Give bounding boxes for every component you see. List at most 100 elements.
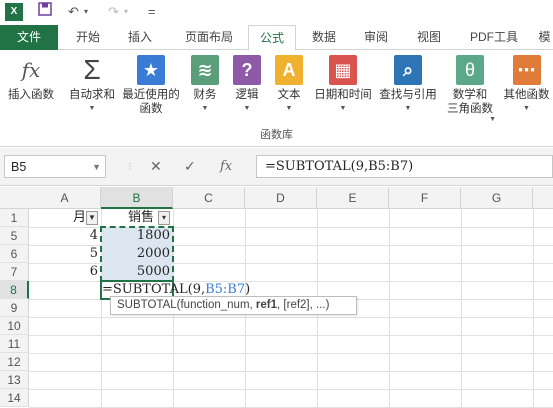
logical-label: 逻辑 bbox=[235, 89, 259, 101]
column-header-g[interactable]: G bbox=[461, 187, 533, 209]
financial-label: 财务 bbox=[193, 89, 217, 101]
marching-ants-border bbox=[100, 226, 174, 282]
autosum-button[interactable]: Σ 自动求和 ▼ bbox=[66, 55, 118, 116]
row-header[interactable]: 10 bbox=[0, 317, 29, 335]
insert-function-label: 插入函数 bbox=[8, 89, 54, 101]
name-box-value: B5 bbox=[11, 160, 27, 174]
date-time-label: 日期和时间 bbox=[314, 89, 372, 101]
tab-formulas[interactable]: 公式 bbox=[248, 25, 296, 51]
undo-icon[interactable]: ↶ bbox=[68, 2, 79, 22]
drag-handle-icon[interactable]: ⋮ bbox=[126, 155, 135, 178]
coins-icon: ≋ bbox=[191, 55, 219, 85]
chevron-down-icon[interactable]: ▼ bbox=[92, 158, 101, 176]
recently-used-button[interactable]: ★ 最近使用的 函数 bbox=[120, 55, 182, 116]
tab-pdf-tools[interactable]: PDF工具 bbox=[462, 25, 526, 50]
cell-a6[interactable]: 5 bbox=[29, 245, 101, 263]
fx-icon: fx bbox=[21, 58, 41, 82]
row-header[interactable]: 9 bbox=[0, 299, 29, 317]
logical-button[interactable]: ? 逻辑 ▼ bbox=[230, 55, 264, 116]
formula-input[interactable]: =SUBTOTAL(9,B5:B7) bbox=[256, 155, 553, 178]
row-header[interactable]: 13 bbox=[0, 371, 29, 389]
customize-qat-icon[interactable]: = bbox=[148, 2, 156, 22]
undo-dropdown-icon[interactable]: ▾ bbox=[84, 2, 88, 22]
date-time-button[interactable]: ▦ 日期和时间 ▼ bbox=[310, 55, 376, 116]
row-header[interactable]: 5 bbox=[0, 227, 29, 245]
tab-review[interactable]: 审阅 bbox=[352, 25, 400, 50]
name-box[interactable]: B5 ▼ bbox=[4, 155, 106, 178]
ribbon-tabs: 文件 开始 插入 页面布局 公式 数据 审阅 视图 PDF工具 模 bbox=[0, 25, 553, 51]
dropdown-arrow-icon: ▼ bbox=[285, 105, 293, 112]
magnifier-book-icon: ⌕ bbox=[394, 55, 422, 85]
row-header[interactable]: 7 bbox=[0, 263, 29, 281]
lookup-reference-label: 查找与引用 bbox=[379, 89, 437, 101]
theta-book-icon: θ bbox=[456, 55, 484, 85]
financial-button[interactable]: ≋ 财务 ▼ bbox=[188, 55, 222, 116]
dropdown-arrow-icon: ▼ bbox=[523, 105, 530, 112]
question-book-icon: ? bbox=[233, 55, 261, 85]
enter-icon[interactable]: ✓ bbox=[184, 155, 196, 178]
row-header[interactable]: 14 bbox=[0, 389, 29, 407]
cell-b1[interactable]: 销售 bbox=[101, 209, 157, 227]
column-header-e[interactable]: E bbox=[317, 187, 389, 209]
dropdown-arrow-icon: ▼ bbox=[404, 105, 412, 112]
tab-home[interactable]: 开始 bbox=[64, 25, 112, 50]
cell-a1[interactable]: 月 bbox=[29, 209, 89, 227]
tab-insert[interactable]: 插入 bbox=[116, 25, 164, 50]
insert-function-button[interactable]: fx 插入函数 bbox=[4, 55, 58, 102]
row-header[interactable]: 11 bbox=[0, 335, 29, 353]
more-functions-label: 其他函数 bbox=[503, 89, 550, 101]
formula-close: ) bbox=[245, 282, 251, 297]
tooltip-rest: , [ref2], ...) bbox=[277, 299, 330, 311]
group-label: 函数库 bbox=[260, 129, 293, 141]
filter-dropdown-icon[interactable]: ▾ bbox=[158, 211, 170, 225]
redo-dropdown-icon[interactable]: ▾ bbox=[124, 2, 128, 22]
quick-access-toolbar: X ↶ ▾ ↷ ▾ = bbox=[0, 0, 553, 25]
row-header[interactable]: 6 bbox=[0, 245, 29, 263]
formula-text: =SUBTOTAL(9, bbox=[102, 282, 206, 297]
lookup-reference-button[interactable]: ⌕ 查找与引用 ▼ bbox=[376, 55, 440, 116]
row-header[interactable]: 1 bbox=[0, 209, 29, 227]
column-headers: A B C D E F G bbox=[0, 187, 553, 209]
column-header-f[interactable]: F bbox=[389, 187, 461, 209]
sigma-icon: Σ bbox=[83, 54, 101, 85]
redo-icon[interactable]: ↷ bbox=[108, 2, 119, 22]
row-header[interactable]: 12 bbox=[0, 353, 29, 371]
tab-more[interactable]: 模 bbox=[536, 25, 553, 50]
math-trig-button[interactable]: θ 数学和 三角函数 ▼ bbox=[442, 55, 498, 123]
cell-a5[interactable]: 4 bbox=[29, 227, 101, 245]
more-functions-button[interactable]: ⋯ 其他函数 ▼ bbox=[500, 55, 553, 116]
row-header[interactable]: 8 bbox=[0, 281, 29, 299]
range-reference: B5:B7 bbox=[205, 282, 246, 297]
recently-used-label: 最近使用的 函数 bbox=[122, 89, 180, 115]
dropdown-arrow-icon: ▼ bbox=[201, 105, 209, 112]
filter-icon[interactable]: ▼ bbox=[86, 211, 98, 225]
insert-fx-icon[interactable]: fx bbox=[220, 155, 232, 178]
dropdown-arrow-icon: ▼ bbox=[243, 105, 251, 112]
tab-view[interactable]: 视图 bbox=[404, 25, 454, 50]
tab-page-layout[interactable]: 页面布局 bbox=[172, 25, 246, 50]
autosum-label: 自动求和 bbox=[69, 89, 115, 101]
formula-bar: B5 ▼ ⋮ ✕ ✓ fx =SUBTOTAL(9,B5:B7) bbox=[0, 148, 553, 186]
column-header-a[interactable]: A bbox=[29, 187, 101, 209]
math-trig-label: 数学和 三角函数 bbox=[447, 89, 493, 115]
star-book-icon: ★ bbox=[137, 55, 165, 85]
tooltip-current-arg: ref1 bbox=[255, 299, 278, 311]
text-button[interactable]: A 文本 ▼ bbox=[272, 55, 306, 116]
tab-file[interactable]: 文件 bbox=[0, 25, 58, 50]
tab-data[interactable]: 数据 bbox=[300, 25, 348, 50]
cancel-icon[interactable]: ✕ bbox=[150, 155, 162, 178]
text-book-icon: A bbox=[275, 55, 303, 85]
excel-logo-icon: X bbox=[5, 3, 23, 21]
column-header-d[interactable]: D bbox=[245, 187, 317, 209]
column-header-b[interactable]: B bbox=[101, 187, 173, 209]
save-icon[interactable] bbox=[38, 2, 52, 22]
function-tooltip[interactable]: SUBTOTAL(function_num, ref1, [ref2], ...… bbox=[110, 296, 357, 315]
dropdown-arrow-icon: ▼ bbox=[88, 105, 96, 112]
text-label: 文本 bbox=[277, 89, 301, 101]
cell-a7[interactable]: 6 bbox=[29, 263, 101, 281]
calendar-icon: ▦ bbox=[329, 55, 357, 85]
column-header-c[interactable]: C bbox=[173, 187, 245, 209]
tooltip-function: SUBTOTAL(function_num, bbox=[117, 299, 256, 311]
dropdown-arrow-icon: ▼ bbox=[339, 105, 347, 112]
more-functions-icon: ⋯ bbox=[512, 55, 541, 85]
